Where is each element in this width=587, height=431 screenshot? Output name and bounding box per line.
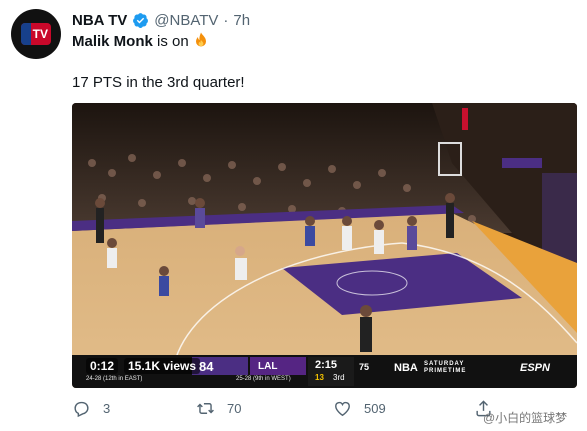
like-button[interactable]: 509	[333, 399, 386, 418]
tweet-text-line2: 17 PTS in the 3rd quarter!	[72, 74, 245, 91]
tweet-header: NBA TV @NBATV · 7h	[72, 10, 250, 30]
tweet-timestamp[interactable]: 7h	[233, 12, 250, 29]
show-title-line2: PRIMETIME	[424, 368, 467, 374]
video-view-count: 15.1K views	[124, 358, 201, 374]
video-player[interactable]: 0:12 15.1K views 24-28 (12th in EAST) 84…	[72, 103, 577, 388]
tweet-text-line1: Malik Monk is on	[72, 32, 209, 50]
retweet-icon	[197, 403, 214, 414]
home-team-record: 25-28 (9th in WEST)	[236, 376, 291, 382]
basketball-court-scene	[72, 103, 577, 388]
account-name[interactable]: NBA TV	[72, 12, 127, 29]
like-count: 509	[364, 401, 386, 416]
away-team-score: 84	[199, 359, 214, 374]
account-handle[interactable]: @NBATV	[154, 12, 218, 29]
shot-clock: 13	[315, 373, 324, 382]
espn-logo: ESPN	[520, 362, 550, 374]
nba-tv-avatar[interactable]: TV	[11, 9, 61, 59]
show-title: SATURDAY PRIMETIME	[424, 361, 466, 375]
fire-emoji-icon	[195, 32, 206, 47]
header-separator: ·	[223, 11, 229, 29]
nba-logo: NBA	[394, 362, 418, 374]
reply-button[interactable]: 3	[72, 399, 110, 418]
reply-count: 3	[103, 401, 111, 416]
nba-75-logo: 75	[359, 362, 370, 372]
avatar-logo-text: TV	[32, 27, 48, 41]
retweet-count: 70	[227, 401, 242, 416]
nba-tv-logo: TV	[21, 23, 51, 45]
away-team-record: 24-28 (12th in EAST)	[86, 376, 143, 382]
heart-icon	[335, 401, 350, 417]
reply-icon	[74, 401, 89, 418]
show-title-line1: SATURDAY	[424, 361, 465, 367]
home-team-abbr: LAL	[258, 361, 278, 372]
game-clock: 2:15	[315, 359, 338, 371]
retweet-button[interactable]: 70	[196, 399, 241, 418]
verified-badge-icon	[133, 12, 149, 28]
player-name: Malik Monk	[72, 33, 153, 50]
watermark-text: @小白的篮球梦	[483, 411, 568, 425]
video-timer: 0:12	[86, 358, 119, 374]
game-period: 3rd	[333, 373, 345, 382]
tweet-text-rest: is on	[152, 33, 193, 50]
